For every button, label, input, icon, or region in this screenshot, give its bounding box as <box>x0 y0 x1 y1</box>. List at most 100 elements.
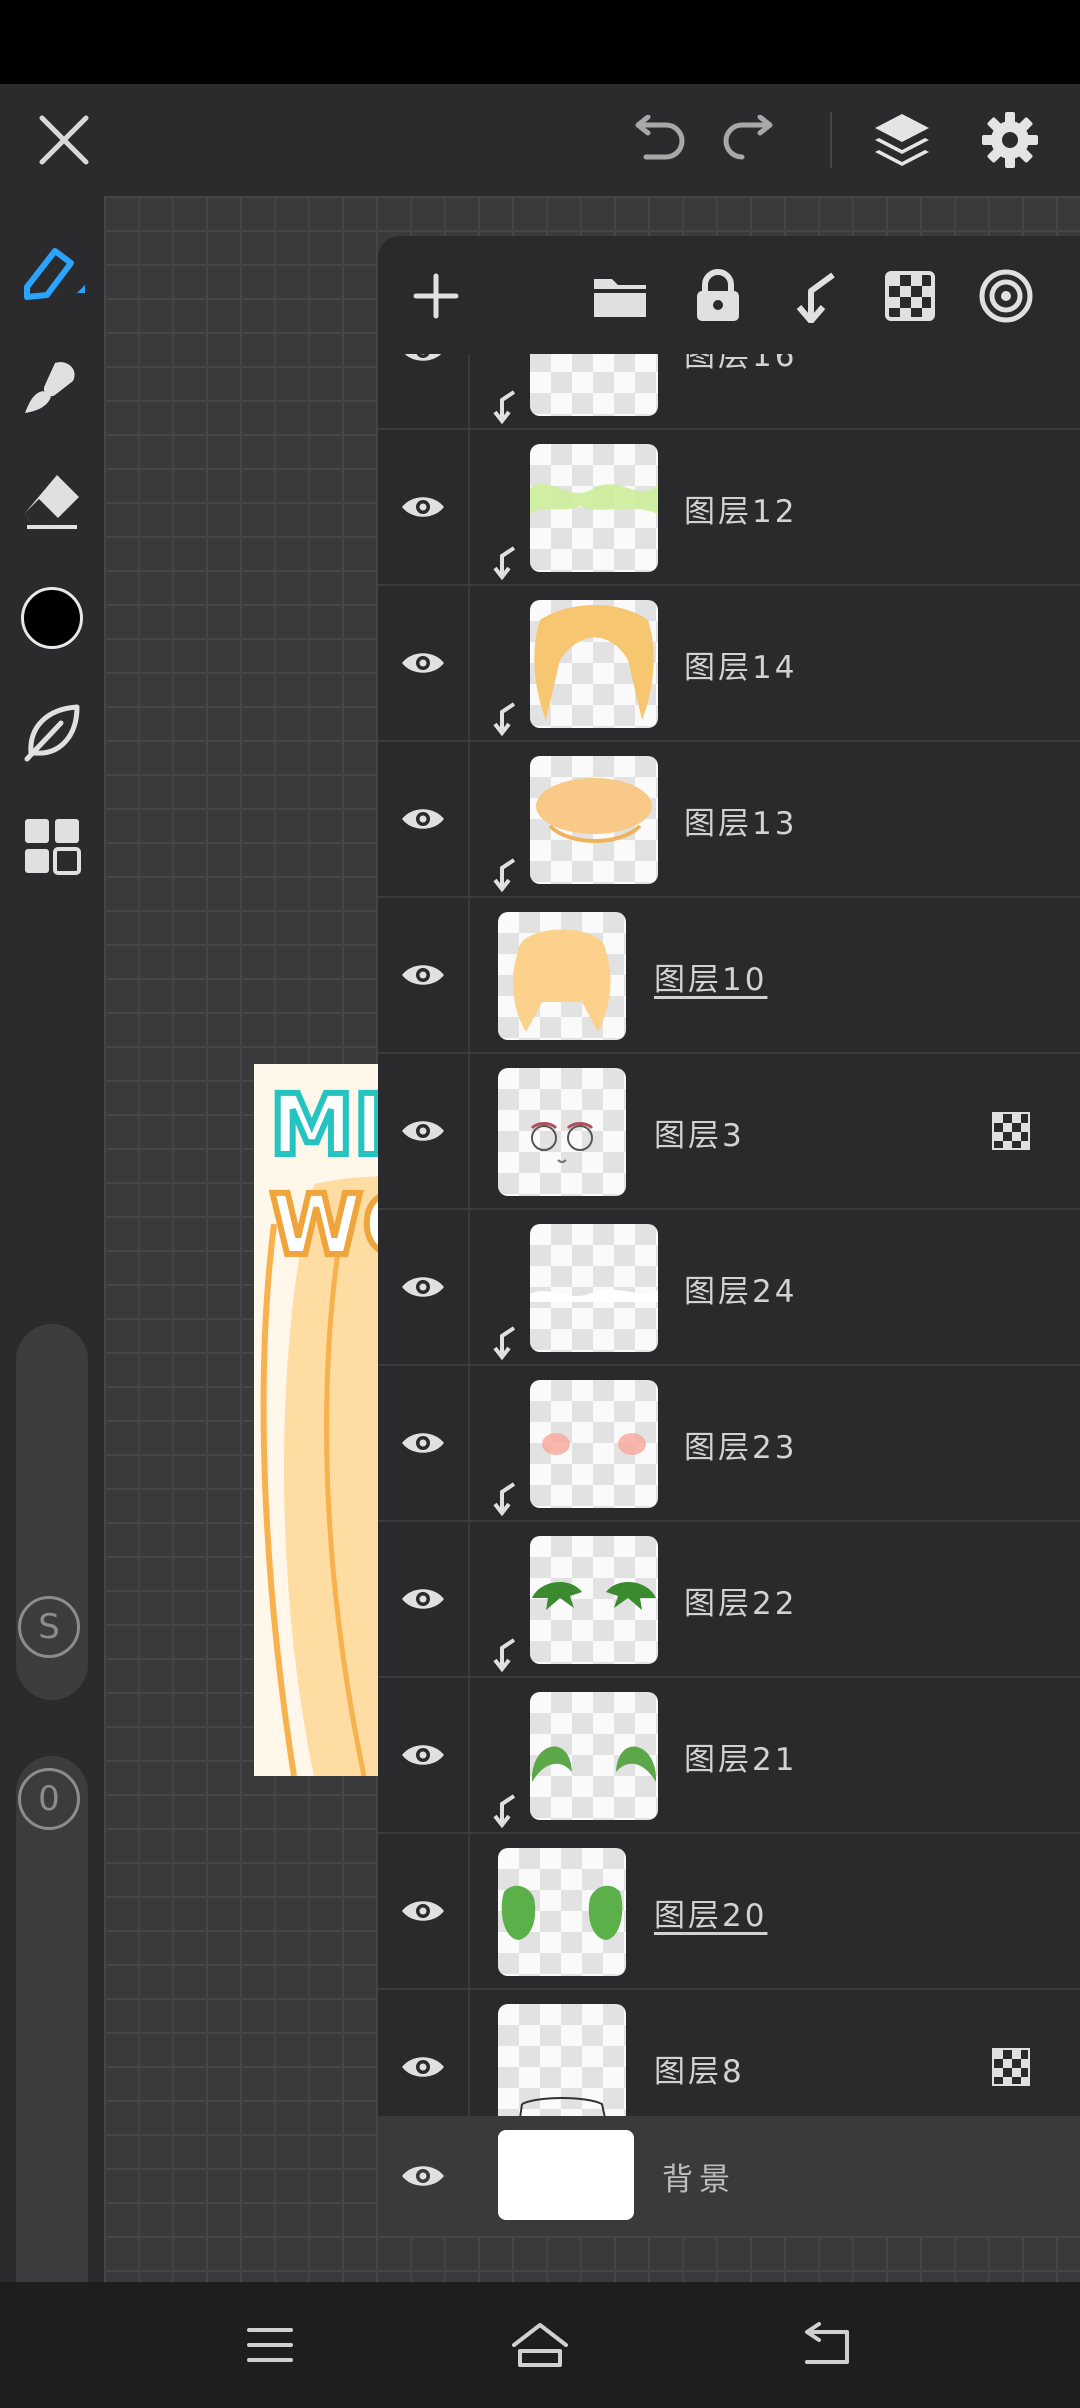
visibility-toggle[interactable] <box>378 1678 470 1832</box>
new-folder-button[interactable] <box>582 258 658 334</box>
back-icon <box>805 2322 849 2364</box>
eye-icon <box>402 1745 444 1765</box>
visibility-toggle[interactable] <box>378 430 470 584</box>
gear-icon <box>982 112 1038 168</box>
layer-row[interactable]: 图层16 <box>378 354 1080 430</box>
layer-thumbnail <box>498 1848 626 1976</box>
materials-button[interactable] <box>12 806 92 886</box>
layer-row[interactable]: 图层24 <box>378 1210 1080 1366</box>
layer-row[interactable]: 图层23 <box>378 1366 1080 1522</box>
close-button[interactable] <box>14 84 114 196</box>
background-layer-row[interactable]: 背景 <box>378 2116 1080 2236</box>
layer-row[interactable]: 图层12 <box>378 430 1080 586</box>
color-picker-button[interactable] <box>12 578 92 658</box>
visibility-toggle[interactable] <box>378 742 470 896</box>
recent-apps-button[interactable] <box>220 2302 320 2388</box>
lock-transparency-button[interactable] <box>872 258 948 334</box>
undo-button[interactable] <box>606 84 706 196</box>
layer-name: 图层23 <box>684 1429 798 1466</box>
add-icon <box>413 273 459 319</box>
settings-button[interactable] <box>960 84 1060 196</box>
layer-panel: 图层16 图层12 图层14 图层13 图层10 图层3 图层24 图层23 图… <box>378 236 1080 2236</box>
home-icon <box>512 2323 568 2367</box>
redo-button[interactable] <box>702 84 802 196</box>
folder-icon <box>594 279 646 317</box>
top-toolbar <box>0 84 1080 196</box>
grid-icon <box>25 819 81 875</box>
pen-tool-button[interactable] <box>12 232 92 312</box>
brush-icon <box>25 362 75 413</box>
layer-thumbnail <box>530 756 658 884</box>
visibility-toggle[interactable] <box>378 898 470 1052</box>
visibility-toggle[interactable] <box>378 354 470 428</box>
layer-list[interactable]: 图层16 图层12 图层14 图层13 图层10 图层3 图层24 图层23 图… <box>378 354 1080 2232</box>
undo-icon <box>635 115 685 160</box>
home-button[interactable] <box>490 2302 590 2388</box>
eye-icon <box>402 2057 444 2077</box>
layers-icon <box>875 114 929 166</box>
opacity-label: 0 <box>18 1768 80 1830</box>
size-label: S <box>18 1596 80 1658</box>
clip-arrow-icon <box>493 702 516 736</box>
eye-icon <box>402 653 444 673</box>
visibility-toggle[interactable] <box>378 1054 470 1208</box>
clip-icon <box>796 272 835 323</box>
layer-row[interactable]: 图层22 <box>378 1522 1080 1678</box>
layer-thumbnail <box>498 1068 626 1196</box>
layer-thumbnail <box>530 1380 658 1508</box>
layer-row[interactable]: 图层20 <box>378 1834 1080 1990</box>
eye-icon <box>402 1121 444 1141</box>
color-swatch <box>21 587 83 649</box>
add-layer-button[interactable] <box>398 258 474 334</box>
clipping-mask-button[interactable] <box>776 258 852 334</box>
lock-layer-button[interactable] <box>680 258 756 334</box>
visibility-toggle[interactable] <box>378 2116 468 2236</box>
transparency-icon <box>885 271 935 321</box>
eraser-icon <box>25 475 79 529</box>
layer-row[interactable]: 图层14 <box>378 586 1080 742</box>
layer-thumbnail <box>530 1692 658 1820</box>
clip-arrow-icon <box>493 1326 516 1360</box>
layer-row[interactable]: 图层21 <box>378 1678 1080 1834</box>
eye-icon <box>402 1277 444 1297</box>
clip-arrow-icon <box>493 1794 516 1828</box>
opacity-slider[interactable] <box>16 1756 88 2336</box>
layer-thumbnail <box>530 1536 658 1664</box>
clip-arrow-icon <box>493 1482 516 1516</box>
layer-name: 图层20 <box>654 1897 768 1934</box>
layer-thumbnail <box>530 1224 658 1352</box>
target-icon <box>979 269 1033 323</box>
left-toolbar: S 0 <box>0 196 104 2336</box>
clip-arrow-icon <box>493 1638 516 1672</box>
layer-thumbnail <box>530 354 658 416</box>
brush-tool-button[interactable] <box>12 346 92 426</box>
redo-icon <box>723 115 773 160</box>
visibility-toggle[interactable] <box>378 586 470 740</box>
close-icon <box>39 115 89 165</box>
layer-row[interactable]: 图层3 <box>378 1054 1080 1210</box>
layer-thumbnail <box>498 912 626 1040</box>
visibility-toggle[interactable] <box>378 1522 470 1676</box>
layer-name: 图层14 <box>684 649 798 686</box>
layer-name: 图层21 <box>684 1741 798 1778</box>
visibility-toggle[interactable] <box>378 1834 470 1988</box>
layer-thumbnail <box>530 444 658 572</box>
layer-row[interactable]: 图层10 <box>378 898 1080 1054</box>
smudge-tool-button[interactable] <box>12 692 92 772</box>
status-bar <box>0 0 1080 84</box>
eye-icon <box>402 1433 444 1453</box>
layer-name: 图层3 <box>654 1117 745 1154</box>
clip-arrow-icon <box>493 858 516 892</box>
visibility-toggle[interactable] <box>378 1366 470 1520</box>
layers-button[interactable] <box>852 84 952 196</box>
layer-name: 图层22 <box>684 1585 798 1622</box>
visibility-toggle[interactable] <box>378 1210 470 1364</box>
divider <box>830 112 832 168</box>
eraser-tool-button[interactable] <box>12 460 92 540</box>
reference-layer-button[interactable] <box>968 258 1044 334</box>
back-button[interactable] <box>776 2302 876 2388</box>
layer-panel-header <box>378 236 1080 354</box>
layer-thumbnail <box>530 600 658 728</box>
eye-icon <box>402 2166 444 2186</box>
layer-row[interactable]: 图层13 <box>378 742 1080 898</box>
